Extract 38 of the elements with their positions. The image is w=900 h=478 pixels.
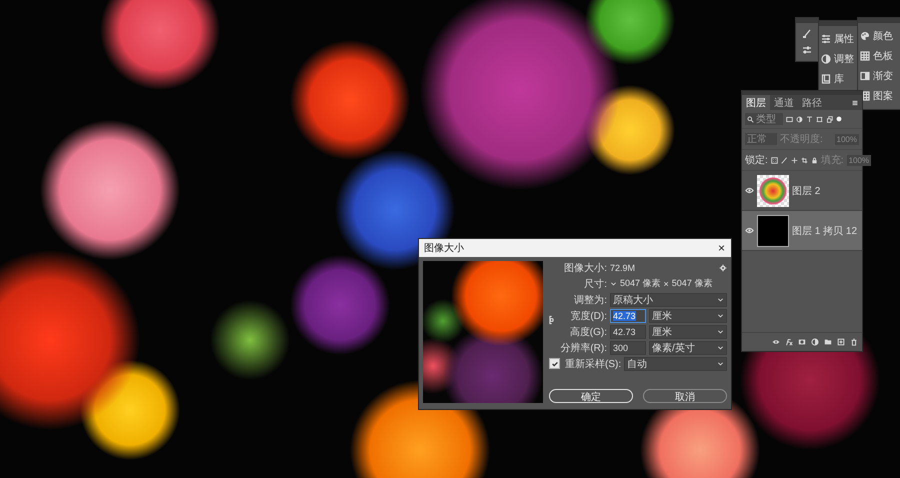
panel-tab[interactable]: 调整 — [819, 52, 856, 66]
layer-row[interactable]: 图层 1 拷贝 12 — [742, 211, 862, 251]
number-field[interactable]: 42.73 — [610, 324, 646, 338]
checkbox-label: 重新采样(S): — [565, 358, 622, 370]
panel-tab[interactable]: 渐变 — [858, 69, 895, 83]
number-field[interactable]: 42.73 — [610, 308, 646, 322]
panel-tab[interactable]: 属性 — [819, 32, 856, 46]
layer-row[interactable]: 图层 2 — [742, 171, 862, 211]
layer-name: 图层 2 — [792, 184, 820, 198]
field-label: 尺寸: — [583, 278, 607, 290]
fit-to-dropdown[interactable]: 原稿大小 — [610, 292, 727, 306]
panel-tab[interactable]: 图层 — [742, 95, 770, 110]
close-button[interactable]: × — [716, 241, 727, 255]
resample-dropdown[interactable]: 自动 — [624, 356, 727, 370]
dimensions-value: 5047 像素 — [620, 277, 661, 290]
cancel-button[interactable]: 取消 — [643, 389, 727, 403]
dialog-title: 图像大小 — [424, 242, 464, 255]
panel-tab[interactable]: 库 — [819, 72, 846, 86]
ok-button[interactable]: 确定 — [549, 389, 633, 403]
dimensions-value: 5047 像素 — [672, 277, 712, 290]
panel-tab[interactable]: 通道 — [770, 95, 798, 110]
unit-dropdown[interactable]: 厘米 — [649, 324, 727, 338]
field-label: 高度(G): — [570, 326, 607, 338]
field-label: 图像大小: — [563, 262, 607, 274]
field-label: 宽度(D): — [570, 310, 607, 322]
layer-name: 图层 1 拷贝 12 — [792, 224, 858, 238]
unit-dropdown[interactable]: 厘米 — [649, 308, 727, 322]
times-sign: × — [664, 278, 669, 288]
unit-dropdown[interactable]: 像素/英寸 — [649, 340, 727, 354]
number-field[interactable]: 300 — [610, 340, 646, 354]
filter-dropdown[interactable]: 类型 — [745, 113, 783, 125]
field-label: 分辨率(R): — [560, 342, 607, 354]
lock-label: 锁定: — [745, 154, 768, 167]
panel-tab[interactable]: 路径 — [798, 95, 826, 110]
panel-tab[interactable]: 颜色 — [858, 29, 895, 43]
panel-tab[interactable]: 色板 — [858, 49, 895, 63]
file-size-value: 72.9M — [610, 262, 636, 272]
field-label: 调整为: — [573, 294, 607, 306]
